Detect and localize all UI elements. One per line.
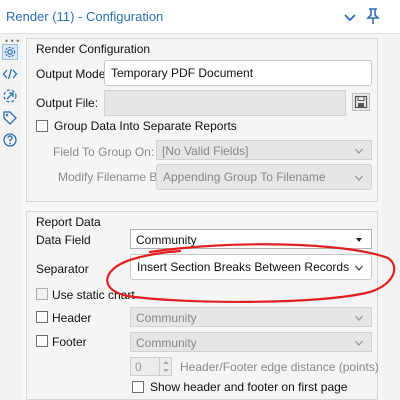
modify-filename-select[interactable]: Appending Group To Filename <box>156 164 372 190</box>
data-field-select[interactable]: Community <box>130 229 372 249</box>
save-file-button[interactable] <box>352 93 370 111</box>
separator-label: Separator <box>36 262 89 276</box>
tag-icon[interactable] <box>2 110 18 126</box>
chevron-down-icon[interactable] <box>342 9 358 25</box>
header-value: Community <box>136 311 197 325</box>
footer-checkbox[interactable] <box>36 335 48 347</box>
edge-distance-label: Header/Footer edge distance (points) <box>180 360 379 374</box>
edge-distance-stepper[interactable]: 0 <box>130 357 172 376</box>
data-field-value: Community <box>136 233 197 247</box>
show-first-page-label: Show header and footer on first page <box>150 380 348 394</box>
separator-select[interactable]: Insert Section Breaks Between Records <box>130 254 372 280</box>
output-mode-select[interactable]: Temporary PDF Document <box>104 60 372 86</box>
header-label: Header <box>52 311 92 325</box>
group-data-label: Group Data Into Separate Reports <box>54 119 237 133</box>
field-to-group-value: [No Valid Fields] <box>162 144 249 158</box>
footer-select[interactable]: Community <box>130 332 372 352</box>
pin-icon[interactable] <box>364 7 382 25</box>
separator-value: Insert Section Breaks Between Records <box>137 260 350 274</box>
header-select[interactable]: Community <box>130 307 372 327</box>
static-chart-checkbox[interactable] <box>36 288 48 300</box>
output-file-field[interactable] <box>104 90 346 116</box>
chevron-down-icon <box>355 175 363 181</box>
stepper-arrows-icon <box>163 361 169 372</box>
dropdown-arrow-icon <box>356 238 362 242</box>
arrow-circle-icon[interactable] <box>2 88 18 104</box>
static-chart-label: Use static chart <box>52 288 135 302</box>
floppy-disk-icon <box>354 95 368 109</box>
chevron-down-icon <box>355 315 363 321</box>
field-to-group-select[interactable]: [No Valid Fields] <box>156 140 372 160</box>
group-data-checkbox[interactable] <box>36 120 48 132</box>
render-configuration-title: Render Configuration <box>36 42 151 56</box>
chevron-down-icon <box>355 340 363 346</box>
output-file-label: Output File: <box>36 96 99 110</box>
chevron-down-icon <box>355 148 363 154</box>
field-to-group-label: Field To Group On: <box>53 145 155 159</box>
gear-icon[interactable] <box>2 44 18 60</box>
footer-label: Footer <box>52 335 87 349</box>
header-checkbox[interactable] <box>36 311 48 323</box>
report-data-title: Report Data <box>36 215 101 229</box>
code-icon[interactable] <box>2 66 18 82</box>
show-first-page-checkbox[interactable] <box>132 381 144 393</box>
edge-distance-value: 0 <box>135 360 142 374</box>
window-title: Render (11) - Configuration <box>6 9 164 24</box>
output-mode-label: Output Mode: <box>36 67 109 81</box>
help-icon[interactable] <box>2 132 18 148</box>
title-bar: Render (11) - Configuration <box>0 0 400 34</box>
modify-filename-value: Appending Group To Filename <box>163 170 326 184</box>
output-mode-value: Temporary PDF Document <box>111 66 254 80</box>
modify-filename-label: Modify Filename By: <box>58 170 167 184</box>
footer-value: Community <box>136 336 197 350</box>
chevron-down-icon <box>355 265 363 271</box>
stepper-buttons[interactable] <box>159 358 171 375</box>
data-field-label: Data Field <box>36 233 91 247</box>
